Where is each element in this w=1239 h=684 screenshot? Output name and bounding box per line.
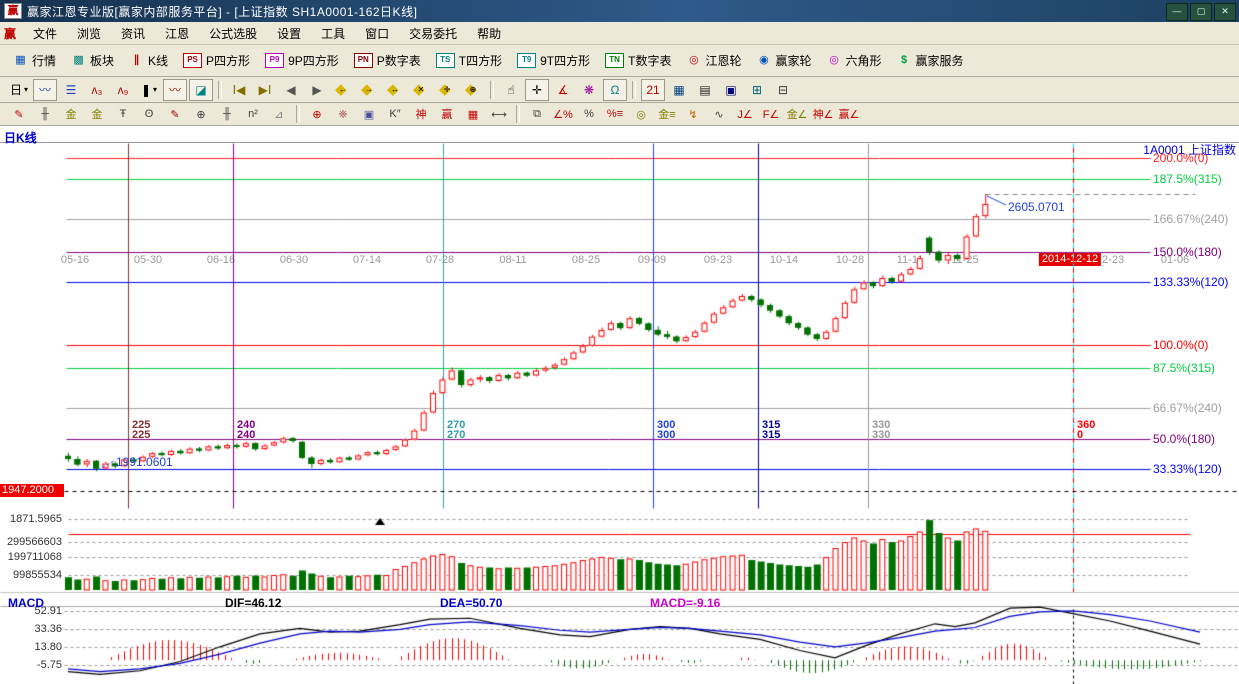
gann-level-label: 166.67%(240) xyxy=(1153,212,1228,226)
gann-level-label: 133.33%(120) xyxy=(1153,275,1228,289)
kline-chart-canvas[interactable] xyxy=(0,0,1239,684)
prev-close-price-badge: 1947.2000 xyxy=(0,484,64,497)
volume-axis-label: 199711068 xyxy=(8,551,62,563)
application-window: 赢 赢家江恩专业版[赢家内部服务平台] - [上证指数 SH1A0001-162… xyxy=(0,0,1239,684)
volume-axis-label: 299566603 xyxy=(7,536,62,548)
macd-dif-value: DIF=46.12 xyxy=(225,596,281,610)
gann-level-label: 33.33%(120) xyxy=(1153,462,1222,476)
gann-level-label: 150.0%(180) xyxy=(1153,245,1222,259)
gann-cycle-number: 3600 xyxy=(1077,420,1095,440)
gann-cycle-number: 315315 xyxy=(762,420,780,440)
gann-level-label: 66.67%(240) xyxy=(1153,401,1222,415)
gann-level-label: 200.0%(0) xyxy=(1153,151,1208,165)
macd-axis-label: 33.36 xyxy=(34,623,62,635)
gann-cycle-number: 330330 xyxy=(872,420,890,440)
macd-macd-value: MACD=-9.16 xyxy=(650,596,720,610)
gann-level-label: 100.0%(0) xyxy=(1153,338,1208,352)
macd-axis-label: -5.75 xyxy=(37,659,62,671)
gann-cycle-number: 300300 xyxy=(657,420,675,440)
high-price-marker: 2605.0701 xyxy=(1008,200,1065,214)
gann-level-label: 87.5%(315) xyxy=(1153,361,1215,375)
low-price-marker: 1991.0601 xyxy=(116,455,173,469)
gann-level-label: 50.0%(180) xyxy=(1153,432,1215,446)
scale-price-label: 1871.5965 xyxy=(10,513,62,525)
gann-cycle-number: 225225 xyxy=(132,420,150,440)
macd-dea-value: DEA=50.70 xyxy=(440,596,502,610)
gann-cycle-number: 240240 xyxy=(237,420,255,440)
volume-axis-label: 99855534 xyxy=(13,569,62,581)
macd-pane-title: MACD xyxy=(8,596,44,610)
macd-axis-label: 13.80 xyxy=(34,641,62,653)
gann-level-label: 187.5%(315) xyxy=(1153,172,1222,186)
gann-cycle-number: 270270 xyxy=(447,420,465,440)
